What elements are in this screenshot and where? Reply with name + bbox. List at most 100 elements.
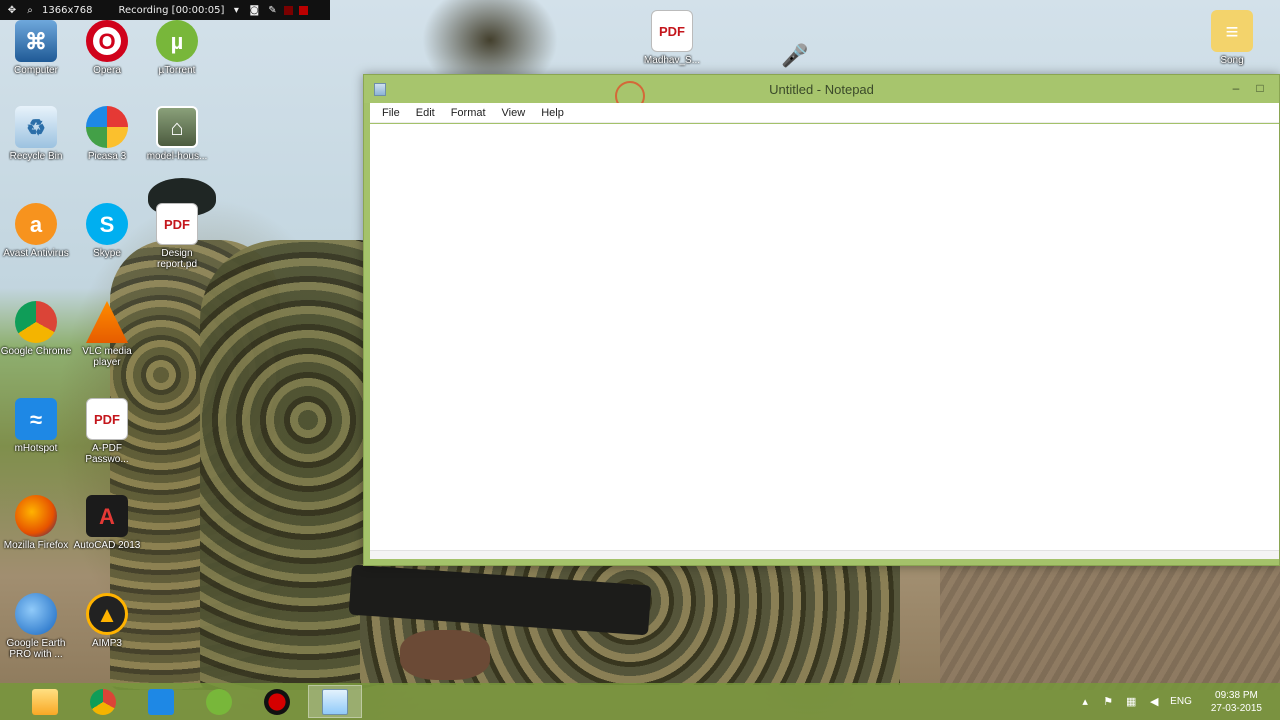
pdf-file-icon: PDF [86,398,128,440]
wallpaper-field [940,560,1280,690]
utorrent-icon [206,688,232,715]
taskbar-mhotspot[interactable] [134,685,188,718]
folder-icon [32,688,58,715]
desktop-icon-label: Picasa 3 [87,151,127,162]
desktop-icon-song[interactable]: ≡ Song [1196,10,1268,66]
menu-file[interactable]: File [374,103,408,123]
clock-time: 09:38 PM [1215,689,1258,701]
horizontal-scrollbar[interactable] [370,550,1279,559]
utorrent-icon: µ [156,20,198,62]
pdf-file-icon: PDF [651,10,693,52]
desktop-icon-firefox[interactable]: Mozilla Firefox [0,495,72,551]
desktop-icon-label: Computer [14,65,58,76]
image-file-icon: ⌂ [156,106,198,148]
wallpaper-figure-front [200,240,380,690]
taskbar-screen-recorder[interactable] [250,685,304,718]
desktop-icon-model-house[interactable]: ⌂ model-hous... [141,106,213,162]
pause-icon[interactable] [284,5,294,15]
wifi-icon [148,688,174,715]
taskbar-utorrent[interactable] [192,685,246,718]
desktop-icon-label: Google Chrome [0,346,72,357]
desktop-icon-label: Mozilla Firefox [3,540,69,551]
desktop-icon-a-pdf[interactable]: PDF A-PDF Passwo... [71,398,143,465]
desktop-icon-google-earth[interactable]: Google Earth PRO with ... [0,593,72,660]
taskbar-notepad[interactable] [308,685,362,718]
recycle-bin-icon: ♻ [15,106,57,148]
taskbar-file-explorer[interactable] [18,685,72,718]
minimize-button[interactable]: – [1225,79,1247,97]
desktop-icon-recycle-bin[interactable]: ♻ Recycle Bin [0,106,72,162]
desktop-icon-label: µTorrent [158,65,196,76]
firefox-icon [15,495,57,537]
taskbar-chrome[interactable] [76,685,130,718]
desktop-icon-computer[interactable]: ⌘ Computer [0,20,72,76]
desktop-icon-avast[interactable]: a Avast Antivirus [0,203,72,259]
system-tray: ▴ ⚑ ▦ ◀ ENG 09:38 PM 27-03-2015 [1078,683,1280,720]
text-editor[interactable] [370,124,1279,551]
dropdown-icon[interactable]: ▾ [230,5,242,16]
desktop-icon-label: Design report.pd [156,248,198,270]
desktop-icon-label: A-PDF Passwo... [85,443,129,465]
network-icon[interactable]: ▦ [1124,695,1138,708]
move-icon[interactable]: ✥ [6,5,18,16]
flag-icon[interactable]: ⚑ [1101,695,1115,708]
chrome-icon [15,301,57,343]
window-titlebar[interactable]: Untitled - Notepad – □ [364,75,1279,111]
desktop-icon-picasa[interactable]: Picasa 3 [71,106,143,162]
desktop-icon-aimp3[interactable]: ▲ AIMP3 [71,593,143,649]
skype-icon: S [86,203,128,245]
stop-icon[interactable] [299,5,309,15]
chrome-icon [90,688,116,715]
aimp-icon: ▲ [86,593,128,635]
volume-icon[interactable]: ◀ [1147,695,1161,708]
desktop-icon-label: Skype [93,248,121,259]
desktop-icon-label: mHotspot [14,443,58,454]
desktop-icon-vlc[interactable]: VLC media player [71,301,143,368]
search-icon[interactable]: ⌕ [24,5,36,16]
opera-icon: O [86,20,128,62]
desktop-icon-label: VLC media player [82,346,132,368]
desktop-icon-label: Recycle Bin [9,151,63,162]
menu-format[interactable]: Format [443,103,494,123]
maximize-button[interactable]: □ [1249,79,1271,97]
desktop-icon-microphone[interactable]: 🎤 [759,34,831,79]
menu-bar: File Edit Format View Help [370,103,1279,123]
wallpaper-hand [400,630,490,680]
google-earth-icon [15,593,57,635]
language-indicator[interactable]: ENG [1170,696,1192,707]
desktop-icon-label: AIMP3 [91,638,122,649]
desktop-icon-madhav[interactable]: PDF Madhav_S... [636,10,708,66]
desktop-icon-skype[interactable]: S Skype [71,203,143,259]
desktop-icon-label: Song [1220,55,1244,66]
avast-icon: a [15,203,57,245]
taskbar: ▴ ⚑ ▦ ◀ ENG 09:38 PM 27-03-2015 [0,683,1280,720]
menu-edit[interactable]: Edit [408,103,443,123]
picasa-icon [86,106,128,148]
desktop-icon-label: Google Earth PRO with ... [6,638,66,660]
notepad-icon [322,688,348,715]
menu-view[interactable]: View [494,103,534,123]
chevron-up-icon[interactable]: ▴ [1078,695,1092,708]
desktop-icon-design-report[interactable]: PDF Design report.pd [141,203,213,270]
desktop-icon-label: Avast Antivirus [3,248,69,259]
desktop-icon-utorrent[interactable]: µ µTorrent [141,20,213,76]
wifi-icon: ≈ [15,398,57,440]
record-icon [264,688,290,715]
recorder-status: Recording [00:00:05] [118,4,225,16]
desktop-icon-label: Madhav_S... [643,55,701,66]
desktop-icon-chrome[interactable]: Google Chrome [0,301,72,357]
folder-icon: ≡ [1211,10,1253,52]
pen-icon[interactable]: ✎ [266,5,278,16]
autocad-icon: A [86,495,128,537]
clock-date: 27-03-2015 [1210,702,1262,714]
microphone-icon: 🎤 [781,42,809,68]
clock[interactable]: 09:38 PM 27-03-2015 [1201,689,1262,715]
notepad-window[interactable]: Untitled - Notepad – □ File Edit Format … [363,74,1280,566]
desktop-icon-autocad[interactable]: A AutoCAD 2013 [71,495,143,551]
desktop-icon-mhotspot[interactable]: ≈ mHotspot [0,398,72,454]
menu-help[interactable]: Help [533,103,572,123]
desktop-icon-label: model-hous... [146,151,208,162]
camera-icon[interactable]: ◙ [248,5,260,16]
desktop-icon-opera[interactable]: O Opera [71,20,143,76]
window-title: Untitled - Notepad [769,82,874,97]
